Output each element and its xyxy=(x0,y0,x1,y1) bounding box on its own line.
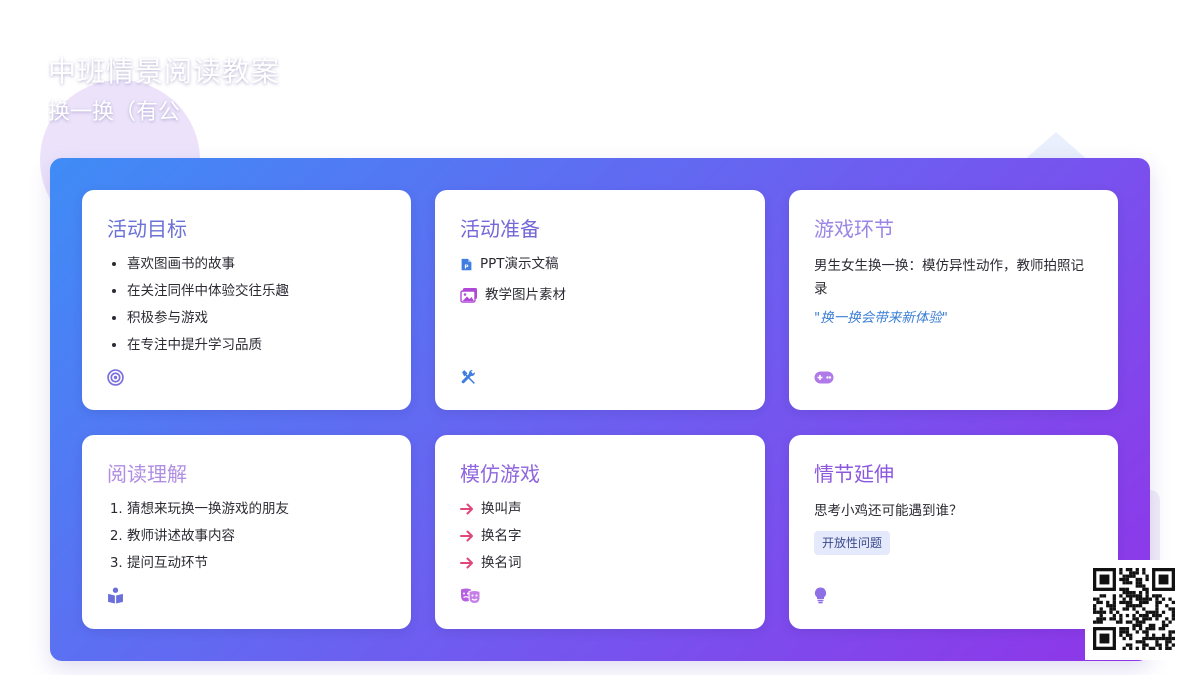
list-item: 提问互动环节 xyxy=(127,554,387,572)
slide-page: 中班情景阅读教案 换一换（有公 活动目标 喜欢图画书的故事 在关注同伴中体验交往… xyxy=(0,0,1200,675)
list-item-label: 教学图片素材 xyxy=(485,287,566,303)
list-item: 喜欢图画书的故事 xyxy=(127,255,387,273)
list-item-label: 换名词 xyxy=(481,555,522,571)
game-description: 男生女生换一换：模仿异性动作，教师拍照记录 xyxy=(814,258,1084,297)
list-item: 教学图片素材 xyxy=(460,286,741,304)
qr-code-icon xyxy=(1093,568,1175,650)
card-title: 活动目标 xyxy=(107,217,187,241)
card-activity-goals: 活动目标 喜欢图画书的故事 在关注同伴中体验交往乐趣 积极参与游戏 在专注中提升… xyxy=(82,190,411,410)
target-icon xyxy=(107,369,124,386)
images-icon xyxy=(460,288,477,303)
qr-code xyxy=(1085,560,1183,660)
content-board: 活动目标 喜欢图画书的故事 在关注同伴中体验交往乐趣 积极参与游戏 在专注中提升… xyxy=(50,158,1150,661)
list-item: P PPT演示文稿 xyxy=(460,255,741,273)
card-plot-extension: 情节延伸 思考小鸡还可能遇到谁？ 开放性问题 xyxy=(789,435,1118,629)
card-game-segment: 游戏环节 男生女生换一换：模仿异性动作，教师拍照记录 "换一换会带来新体验" xyxy=(789,190,1118,410)
list-item-label: PPT演示文稿 xyxy=(480,256,559,272)
card-imitation-game: 模仿游戏 换叫声 换名字 换名词 xyxy=(435,435,765,629)
goals-list: 喜欢图画书的故事 在关注同伴中体验交往乐趣 积极参与游戏 在专注中提升学习品质 xyxy=(107,255,387,354)
card-title: 情节延伸 xyxy=(814,462,894,486)
list-item: 在专注中提升学习品质 xyxy=(127,336,387,354)
card-activity-preparation: 活动准备 P PPT演示文稿 教学图片素材 xyxy=(435,190,765,410)
book-reader-icon xyxy=(108,587,123,604)
reading-list: 猜想来玩换一换游戏的朋友 教师讲述故事内容 提问互动环节 xyxy=(107,500,387,572)
arrow-right-icon xyxy=(460,530,473,542)
ppt-file-icon: P xyxy=(461,258,472,270)
extension-question: 思考小鸡还可能遇到谁？ xyxy=(814,503,963,519)
page-title: 中班情景阅读教案 xyxy=(48,55,281,88)
list-item-label: 换叫声 xyxy=(481,501,522,517)
list-item: 教师讲述故事内容 xyxy=(127,527,387,545)
list-item: 在关注同伴中体验交往乐趣 xyxy=(127,282,387,300)
tools-icon xyxy=(461,370,475,384)
page-subtitle: 换一换（有公 xyxy=(48,100,181,125)
open-question-tag: 开放性问题 xyxy=(814,531,891,555)
card-title: 阅读理解 xyxy=(107,462,187,486)
game-quote: "换一换会带来新体验" xyxy=(814,310,948,326)
list-item: 换叫声 xyxy=(460,500,741,518)
theater-masks-icon xyxy=(461,588,481,604)
gamepad-icon xyxy=(814,371,834,384)
list-item: 猜想来玩换一换游戏的朋友 xyxy=(127,500,387,518)
lightbulb-icon xyxy=(814,587,827,604)
card-title: 游戏环节 xyxy=(814,217,894,241)
card-title: 活动准备 xyxy=(460,217,540,241)
arrow-right-icon xyxy=(460,503,473,515)
list-item: 换名字 xyxy=(460,527,741,545)
card-reading-comprehension: 阅读理解 猜想来玩换一换游戏的朋友 教师讲述故事内容 提问互动环节 xyxy=(82,435,411,629)
arrow-right-icon xyxy=(460,557,473,569)
list-item: 积极参与游戏 xyxy=(127,309,387,327)
list-item-label: 换名字 xyxy=(481,528,522,544)
list-item: 换名词 xyxy=(460,554,741,572)
card-title: 模仿游戏 xyxy=(460,462,540,486)
svg-text:P: P xyxy=(464,264,468,270)
